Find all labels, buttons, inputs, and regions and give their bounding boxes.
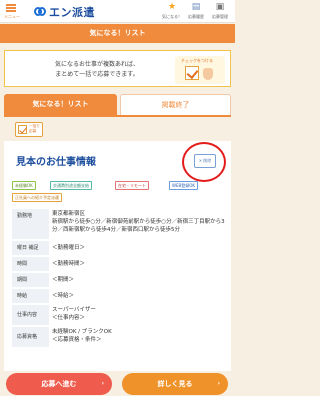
tag-temp-to-perm: 正社員への紹介予定派遣 — [12, 193, 62, 202]
tab-ended-listings[interactable]: 掲載終了 — [120, 94, 231, 115]
detail-value: ＜期間＞ — [52, 277, 75, 283]
detail-row-job-content: 仕事内容 スーパーバイザー ＜仕事内容＞ — [12, 305, 227, 325]
history-button[interactable]: ▤ 応募履歴 — [185, 2, 207, 21]
checkmark-icon — [18, 125, 27, 134]
site-logo[interactable]: エン派遣 — [34, 5, 95, 19]
tag-web-register: WEB登録OK — [169, 181, 198, 190]
apply-button[interactable]: 応募へ進む › — [6, 373, 112, 395]
hand-pointer-icon — [203, 68, 213, 80]
hamburger-icon — [6, 4, 16, 12]
detail-row-days: 曜日 補足 ＜勤務曜日＞ — [12, 241, 227, 255]
detail-row-period: 期間 ＜期間＞ — [12, 273, 227, 287]
bulk-apply-banner: 気になるお仕事が複数あれば、 まとめて一括で応募できます。 チェックをつける — [4, 50, 231, 87]
tag-transport-paid: 交通費別途全額支給 — [50, 181, 92, 190]
apply-manage-label: 応募管理 — [212, 14, 228, 19]
banner-text: 気になるお仕事が複数あれば、 まとめて一括で応募できます。 — [27, 60, 167, 80]
detail-button[interactable]: 詳しく見る › — [122, 373, 228, 395]
checkbox-illustration-icon — [185, 66, 199, 80]
detail-value: ＜勤務時間＞ — [52, 261, 86, 267]
banner-line-2: まとめて一括で応募できます。 — [55, 71, 139, 78]
apply-button-label: 応募へ進む — [41, 380, 77, 388]
chevron-right-icon: › — [101, 380, 104, 387]
menu-label: メニュー — [4, 14, 20, 19]
detail-label: 時給 — [12, 289, 49, 303]
logo-text: エン派遣 — [49, 5, 95, 19]
detail-button-label: 詳しく見る — [157, 380, 193, 388]
detail-row-hours: 時間 ＜勤務時間＞ — [12, 257, 227, 271]
detail-label: 応募資格 — [12, 327, 49, 347]
detail-row-wage: 時給 ＜時給＞ — [12, 289, 227, 303]
star-icon: ★ — [167, 2, 177, 12]
detail-value: 未経験OK / ブランクOK ＜応募資格・条件＞ — [52, 329, 112, 343]
menu-button[interactable]: メニュー — [4, 3, 20, 21]
tab-favorites-list[interactable]: 気になる！リスト — [4, 94, 117, 115]
detail-row-qualifications: 応募資格 未経験OK / ブランクOK ＜応募資格・条件＞ — [12, 327, 227, 347]
detail-value: スーパーバイザー ＜仕事内容＞ — [52, 307, 96, 321]
select-all-label: 一括で応募 — [29, 124, 40, 133]
job-card: 見本のお仕事情報 ✕ 削除 未経験OK 交通費別途全額支給 在宅・リモート WE… — [4, 141, 231, 371]
logo-mark-icon — [34, 7, 46, 16]
detail-label: 仕事内容 — [12, 305, 49, 325]
favorites-button[interactable]: ★ 気になる！ — [161, 2, 183, 21]
tag-no-experience: 未経験OK — [12, 181, 36, 190]
delete-button[interactable]: ✕ 削除 — [194, 154, 216, 168]
detail-value: ＜時給＞ — [52, 293, 75, 299]
detail-label: 勤務地 — [12, 209, 49, 239]
document-icon: ▣ — [215, 2, 225, 12]
favorites-label: 気になる！ — [162, 14, 182, 19]
select-all-bar: 一括で応募 — [4, 118, 231, 140]
tab-underline — [4, 115, 231, 117]
page-title: 気になる！リスト — [0, 24, 235, 43]
history-label: 応募履歴 — [188, 14, 204, 19]
apply-manage-button[interactable]: ▣ 応募管理 — [209, 2, 231, 21]
job-title[interactable]: 見本のお仕事情報 — [16, 153, 96, 168]
chevron-right-icon: › — [217, 380, 220, 387]
detail-label: 時間 — [12, 257, 49, 271]
detail-value: ＜勤務曜日＞ — [52, 245, 86, 251]
tag-remote: 在宅・リモート — [115, 181, 149, 190]
app-header: メニュー エン派遣 ★ 気になる！ ▤ 応募履歴 ▣ 応募管理 — [0, 0, 235, 23]
hint-tag: チェックをつける — [181, 58, 213, 63]
checkbox-hint-illustration: チェックをつける — [175, 56, 225, 84]
select-all-checkbox[interactable]: 一括で応募 — [15, 122, 43, 137]
detail-label: 曜日 補足 — [12, 241, 49, 255]
detail-value: 東京都新宿区 新宿駅から徒歩○分／新宿御苑前駅から徒歩○分／新宿三丁目駅から3分… — [52, 211, 225, 233]
detail-label: 期間 — [12, 273, 49, 287]
history-icon: ▤ — [191, 2, 201, 12]
detail-row-location: 勤務地 東京都新宿区 新宿駅から徒歩○分／新宿御苑前駅から徒歩○分／新宿三丁目駅… — [12, 209, 227, 239]
banner-line-1: 気になるお仕事が複数あれば、 — [54, 61, 139, 68]
